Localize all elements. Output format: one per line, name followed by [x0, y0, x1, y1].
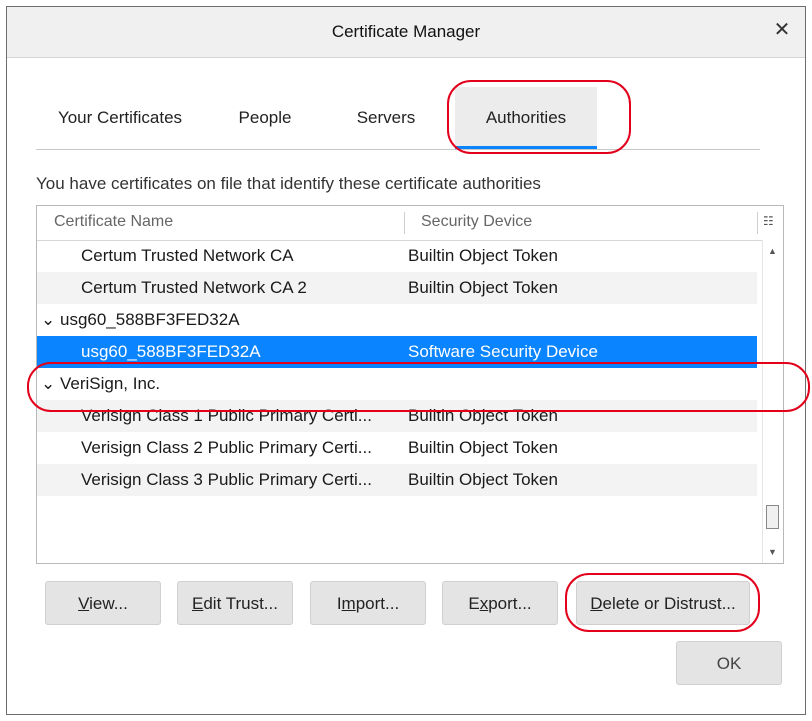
- accesskey-letter: m: [341, 594, 356, 613]
- column-header-security-device[interactable]: Security Device: [421, 213, 532, 231]
- tab-servers[interactable]: Servers: [331, 87, 441, 149]
- accesskey-letter: V: [78, 594, 90, 613]
- view-button[interactable]: View...: [45, 581, 161, 625]
- group-toggle[interactable]: ⌄ VeriSign, Inc.: [41, 368, 160, 400]
- table-row[interactable]: Certum Trusted Network CA Builtin Object…: [37, 240, 757, 272]
- certificate-name: Verisign Class 1 Public Primary Certi...: [81, 406, 372, 425]
- column-separator: [757, 212, 758, 234]
- tab-your-certificates[interactable]: Your Certificates: [36, 87, 204, 149]
- accesskey-letter: E: [192, 594, 204, 613]
- certificate-name: Verisign Class 3 Public Primary Certi...: [81, 470, 372, 489]
- certificate-name: Certum Trusted Network CA 2: [81, 278, 307, 297]
- tab-people[interactable]: People: [219, 87, 311, 149]
- security-device: Builtin Object Token: [408, 246, 558, 265]
- button-label: View...: [78, 594, 128, 613]
- group-row[interactable]: ⌄ usg60_588BF3FED32A: [37, 304, 757, 336]
- title-bar: Certificate Manager ✕: [7, 7, 805, 58]
- tree-header: Certificate Name Security Device ☷: [37, 206, 783, 241]
- scroll-down-icon[interactable]: ▼: [768, 547, 777, 557]
- table-row[interactable]: Verisign Class 2 Public Primary Certi...…: [37, 432, 757, 464]
- certificate-tree[interactable]: Certificate Name Security Device ☷ Certu…: [36, 205, 784, 564]
- scrollbar-thumb[interactable]: [766, 505, 779, 529]
- accesskey-letter: x: [479, 594, 489, 613]
- security-device: Software Security Device: [408, 342, 598, 361]
- tab-authorities[interactable]: Authorities: [455, 87, 597, 149]
- export-button[interactable]: Export...: [442, 581, 558, 625]
- import-button[interactable]: Import...: [310, 581, 426, 625]
- group-toggle[interactable]: ⌄ usg60_588BF3FED32A: [41, 304, 240, 336]
- group-row[interactable]: ⌄ VeriSign, Inc.: [37, 368, 757, 400]
- tree-rows: Certum Trusted Network CA Builtin Object…: [37, 240, 757, 496]
- chevron-down-icon: ⌄: [41, 310, 56, 329]
- table-row-selected[interactable]: usg60_588BF3FED32A Software Security Dev…: [37, 336, 757, 368]
- delete-or-distrust-button[interactable]: Delete or Distrust...: [576, 581, 750, 625]
- description-text: You have certificates on file that ident…: [36, 174, 541, 193]
- button-label: Delete or Distrust...: [590, 594, 736, 613]
- column-separator[interactable]: [404, 212, 405, 234]
- certificate-name: usg60_588BF3FED32A: [81, 342, 261, 361]
- button-label: Import...: [336, 594, 400, 613]
- scroll-up-icon[interactable]: ▲: [768, 246, 777, 256]
- certificate-name: Certum Trusted Network CA: [81, 246, 294, 265]
- security-device: Builtin Object Token: [408, 406, 558, 425]
- button-label: Export...: [468, 594, 532, 613]
- tab-strip: Your Certificates People Servers Authori…: [36, 87, 760, 150]
- column-header-certificate-name[interactable]: Certificate Name: [54, 213, 173, 231]
- edit-trust-button[interactable]: Edit Trust...: [177, 581, 293, 625]
- ok-button[interactable]: OK: [676, 641, 782, 685]
- table-row[interactable]: Verisign Class 1 Public Primary Certi...…: [37, 400, 757, 432]
- close-icon[interactable]: ✕: [769, 17, 795, 43]
- group-label: VeriSign, Inc.: [59, 374, 161, 393]
- chevron-down-icon: ⌄: [41, 374, 56, 393]
- security-device: Builtin Object Token: [408, 470, 558, 489]
- security-device: Builtin Object Token: [408, 278, 558, 297]
- button-label: Edit Trust...: [192, 594, 278, 613]
- group-label: usg60_588BF3FED32A: [59, 310, 240, 329]
- security-device: Builtin Object Token: [408, 438, 558, 457]
- table-row[interactable]: Verisign Class 3 Public Primary Certi...…: [37, 464, 757, 496]
- certificate-name: Verisign Class 2 Public Primary Certi...: [81, 438, 372, 457]
- table-row[interactable]: Certum Trusted Network CA 2 Builtin Obje…: [37, 272, 757, 304]
- vertical-scrollbar[interactable]: ▲ ▼: [762, 240, 783, 563]
- accesskey-letter: D: [590, 594, 603, 613]
- window-title: Certificate Manager: [331, 22, 481, 41]
- column-picker-icon[interactable]: ☷: [763, 214, 774, 228]
